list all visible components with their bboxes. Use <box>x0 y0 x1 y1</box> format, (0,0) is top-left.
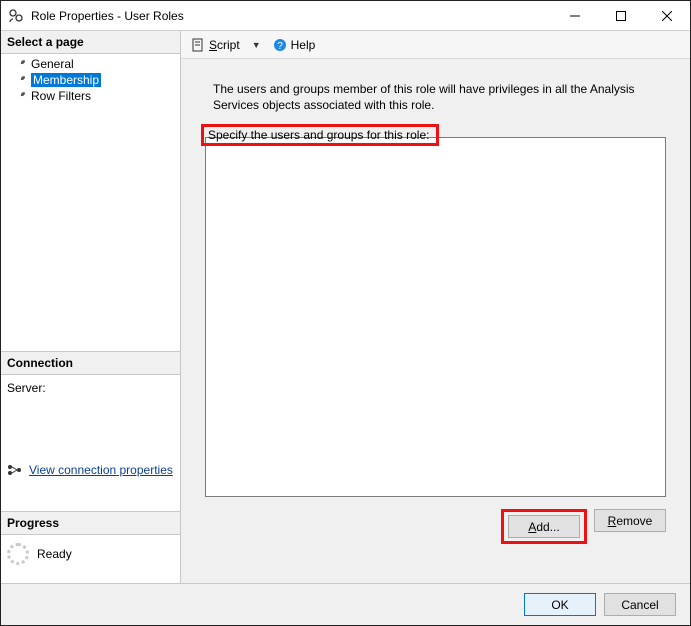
progress-panel: Ready <box>1 535 180 583</box>
members-listbox[interactable] <box>205 137 666 497</box>
cancel-button[interactable]: Cancel <box>604 593 676 616</box>
sidebar-item-label: Row Filters <box>31 89 91 103</box>
server-value <box>7 395 174 409</box>
dialog-footer: OK Cancel <box>1 583 690 625</box>
content-pane: The users and groups member of this role… <box>193 67 678 577</box>
connection-panel: Server: <box>1 375 180 419</box>
sidebar-item-row-filters[interactable]: Row Filters <box>1 88 180 104</box>
ok-button[interactable]: OK <box>524 593 596 616</box>
sidebar-item-label: General <box>31 57 74 71</box>
view-connection-row: View connection properties <box>1 459 180 481</box>
minimize-button[interactable] <box>552 1 598 31</box>
maximize-button[interactable] <box>598 1 644 31</box>
sidebar-item-general[interactable]: General <box>1 56 180 72</box>
description-text: The users and groups member of this role… <box>193 67 678 123</box>
remove-button[interactable]: Remove <box>594 509 666 532</box>
highlight-annotation-add: Add... <box>501 509 587 544</box>
select-page-header: Select a page <box>1 31 180 54</box>
toolbar: Script ▼ ? Help <box>181 31 690 59</box>
script-dropdown-arrow-icon[interactable]: ▼ <box>248 40 265 50</box>
script-button[interactable]: Script <box>187 36 244 54</box>
window-title: Role Properties - User Roles <box>31 9 184 23</box>
wrench-icon <box>15 90 27 102</box>
progress-spinner-icon <box>7 543 29 565</box>
dialog-window: Role Properties - User Roles Select a pa… <box>0 0 691 626</box>
wrench-icon <box>15 74 27 86</box>
members-button-row: Add... Remove <box>193 503 678 550</box>
wrench-icon <box>15 58 27 70</box>
sidebar: Select a page General Membership Row Fil… <box>1 31 181 583</box>
sidebar-item-label: Membership <box>31 73 101 87</box>
progress-header: Progress <box>1 511 180 535</box>
progress-status: Ready <box>37 547 72 561</box>
script-label: Script <box>209 38 240 52</box>
specify-label: Specify the users and groups for this ro… <box>205 128 432 142</box>
main-panel: Script ▼ ? Help The users and groups mem… <box>181 31 690 583</box>
connection-header: Connection <box>1 351 180 375</box>
svg-text:?: ? <box>277 41 283 52</box>
server-label: Server: <box>7 381 174 395</box>
view-connection-link[interactable]: View connection properties <box>29 463 173 477</box>
help-button[interactable]: ? Help <box>269 36 320 54</box>
close-button[interactable] <box>644 1 690 31</box>
help-icon: ? <box>273 38 287 52</box>
connection-icon <box>7 463 23 477</box>
script-icon <box>191 38 205 52</box>
add-button[interactable]: Add... <box>508 515 580 538</box>
page-list: General Membership Row Filters <box>1 54 180 108</box>
app-icon <box>7 7 25 25</box>
titlebar: Role Properties - User Roles <box>1 1 690 31</box>
help-label: Help <box>291 38 316 52</box>
members-group: Specify the users and groups for this ro… <box>205 137 666 497</box>
sidebar-item-membership[interactable]: Membership <box>1 72 180 88</box>
